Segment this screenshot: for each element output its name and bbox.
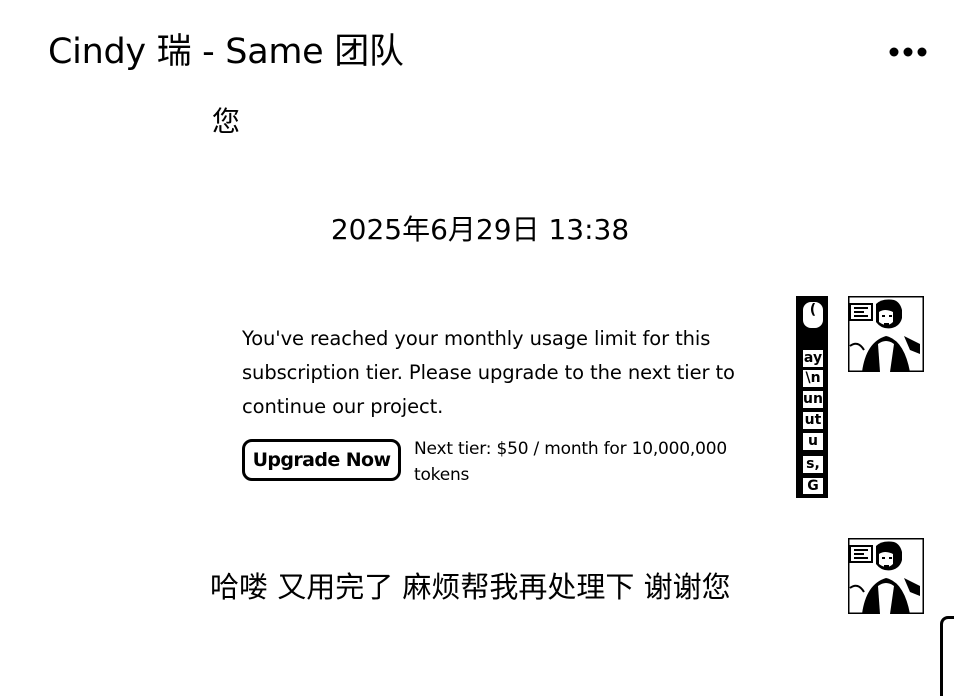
strip-fragment: ut xyxy=(803,412,823,429)
strip-fragment: ( xyxy=(803,302,823,328)
strip-fragment: u xyxy=(803,433,823,450)
user-avatar-photo[interactable] xyxy=(848,538,924,614)
upgrade-row: Upgrade Now Next tier: $50 / month for 1… xyxy=(242,436,762,488)
strip-fragment: G xyxy=(803,478,823,494)
strip-fragment: ay xyxy=(803,350,823,367)
chat-title: Cindy 瑞 - Same 团队 xyxy=(48,32,404,72)
strip-fragment: s, xyxy=(803,456,823,473)
next-tier-note: Next tier: $50 / month for 10,000,000 to… xyxy=(414,439,727,485)
strip-fragment: un xyxy=(803,391,823,408)
user-avatar-photo[interactable] xyxy=(848,296,924,372)
strip-fragment: \n xyxy=(803,370,823,387)
upgrade-now-button[interactable]: Upgrade Now xyxy=(242,439,401,481)
reply-message: 哈喽 又用完了 麻烦帮我再处理下 谢谢您 xyxy=(210,570,731,604)
cropped-message-strip: ( ay \n un ut u s, G xyxy=(796,296,828,498)
more-horizontal-icon[interactable] xyxy=(884,42,932,62)
usage-limit-message: You've reached your monthly usage limit … xyxy=(242,322,762,488)
message-timestamp: 2025年6月29日 13:38 xyxy=(330,213,630,246)
usage-limit-text: You've reached your monthly usage limit … xyxy=(242,327,735,418)
previous-message-tail: 您 xyxy=(212,105,241,136)
scrollbar-edge[interactable] xyxy=(940,616,954,696)
